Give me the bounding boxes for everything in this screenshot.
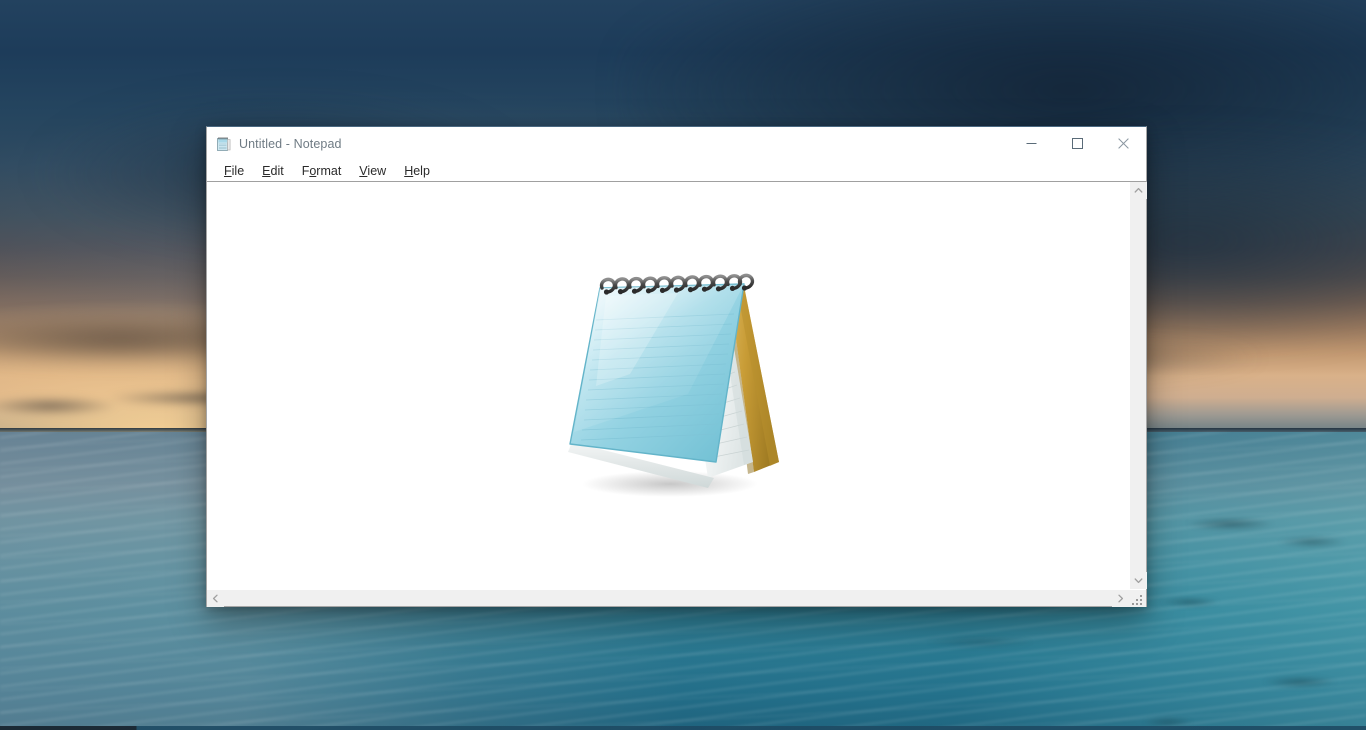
text-input[interactable] bbox=[207, 182, 1129, 589]
menu-item-edit[interactable]: Edit bbox=[253, 162, 293, 180]
window-controls bbox=[1008, 127, 1146, 160]
horizontal-scrollbar-row[interactable] bbox=[207, 589, 1146, 607]
notepad-logo bbox=[568, 273, 779, 497]
menu-item-view[interactable]: View bbox=[350, 162, 395, 180]
maximize-icon bbox=[1071, 138, 1083, 149]
editor-area[interactable] bbox=[207, 181, 1147, 589]
title-bar[interactable]: Untitled - Notepad bbox=[207, 127, 1146, 160]
notepad-icon bbox=[216, 136, 232, 152]
chevron-left-icon bbox=[212, 594, 218, 603]
scroll-up-arrow[interactable] bbox=[1130, 182, 1147, 199]
menu-bar[interactable]: File Edit Format View Help bbox=[207, 160, 1146, 181]
horizontal-scrollbar[interactable] bbox=[207, 590, 1129, 607]
resize-grip[interactable] bbox=[1129, 590, 1146, 607]
chevron-down-icon bbox=[1134, 578, 1143, 584]
menu-item-help[interactable]: Help bbox=[395, 162, 439, 180]
desktop[interactable]: Untitled - Notepad File Edit Format View… bbox=[0, 0, 1366, 730]
minimize-icon bbox=[1026, 143, 1036, 144]
taskbar[interactable] bbox=[0, 726, 1366, 730]
close-icon bbox=[1117, 138, 1129, 149]
minimize-button[interactable] bbox=[1008, 127, 1054, 160]
maximize-button[interactable] bbox=[1054, 127, 1100, 160]
window-title: Untitled - Notepad bbox=[239, 136, 342, 151]
menu-item-file[interactable]: File bbox=[215, 162, 253, 180]
chevron-up-icon bbox=[1134, 187, 1143, 193]
scroll-right-arrow[interactable] bbox=[1112, 590, 1129, 607]
chevron-right-icon bbox=[1118, 594, 1124, 603]
vertical-scrollbar[interactable] bbox=[1129, 182, 1147, 589]
close-button[interactable] bbox=[1100, 127, 1146, 160]
notepad-window[interactable]: Untitled - Notepad File Edit Format View… bbox=[206, 126, 1147, 607]
scroll-left-arrow[interactable] bbox=[207, 590, 224, 607]
scroll-down-arrow[interactable] bbox=[1130, 572, 1147, 589]
menu-item-format[interactable]: Format bbox=[293, 162, 351, 180]
